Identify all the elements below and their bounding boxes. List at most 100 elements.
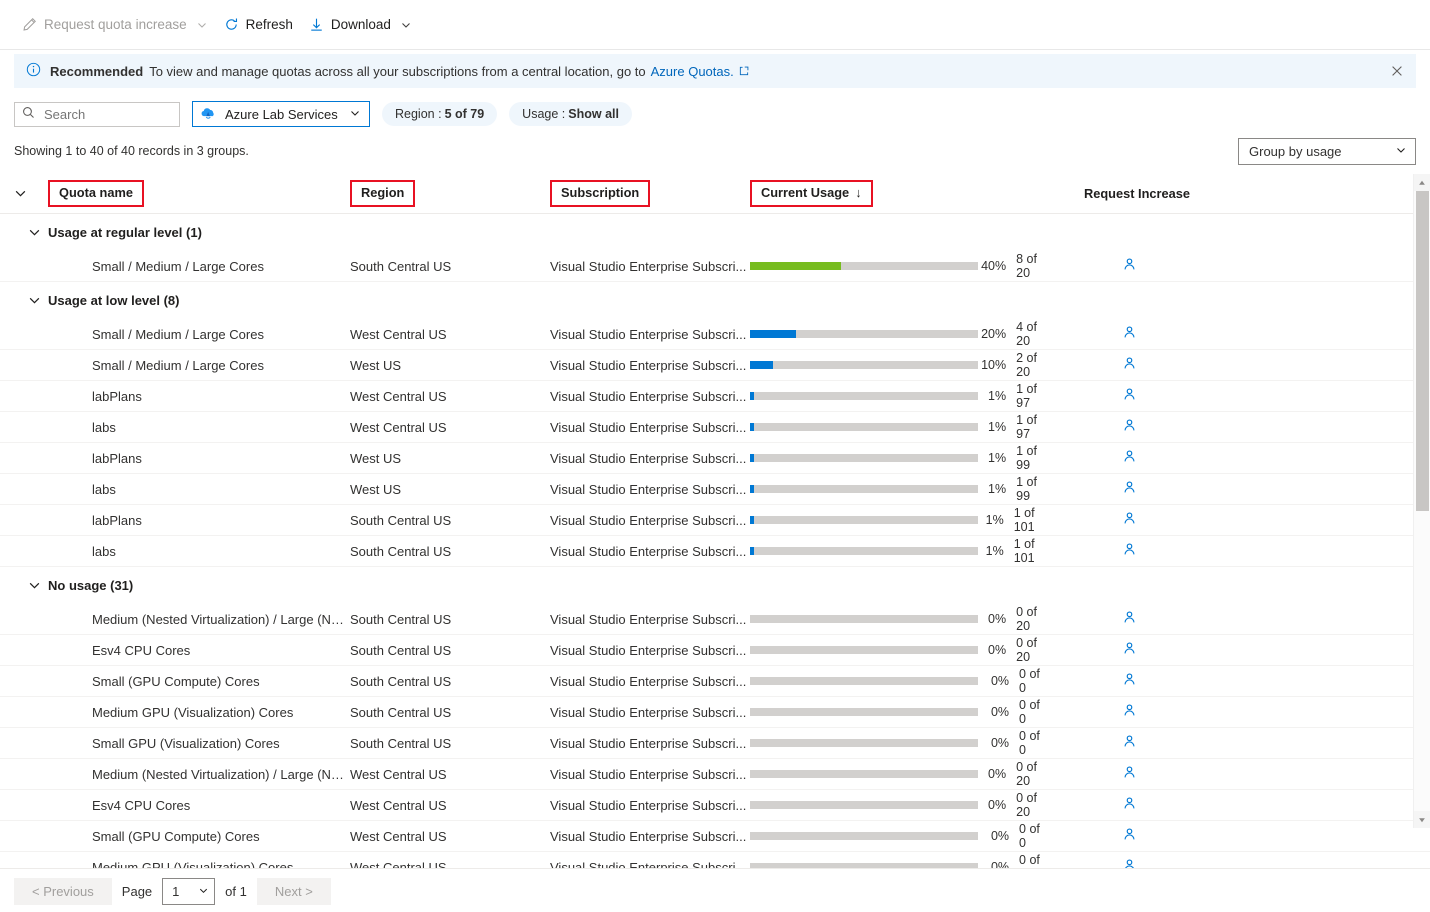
table-row[interactable]: labPlans South Central US Visual Studio En… <box>0 505 1430 536</box>
recommended-banner: Recommended To view and manage quotas ac… <box>14 54 1416 88</box>
cell-current-usage: 0% 0 of 20 <box>750 636 1046 664</box>
chevron-down-icon[interactable] <box>349 107 361 122</box>
group-collapse-toggle[interactable] <box>14 226 48 239</box>
azure-lab-services-cloud-icon <box>200 104 217 124</box>
request-increase-person-icon[interactable] <box>1084 388 1137 405</box>
table-scrollbar[interactable] <box>1413 174 1430 828</box>
table-group-header: Usage at low level (8) <box>0 282 1430 319</box>
quotas-table: Quota name Region Subscription Current U… <box>0 174 1430 868</box>
table-row[interactable]: Small / Medium / Large Cores West Central… <box>0 319 1430 350</box>
region-filter-prefix: Region : <box>395 107 442 121</box>
usage-filter-pill[interactable]: Usage : Show all <box>509 102 632 126</box>
table-group-label: No usage (31) <box>48 578 134 593</box>
request-increase-person-icon[interactable] <box>1084 543 1137 560</box>
chevron-down-icon[interactable] <box>400 19 412 31</box>
scroll-up-arrow[interactable] <box>1414 174 1430 191</box>
usage-percent-label: 0% <box>990 829 1010 843</box>
cell-request-increase <box>1046 827 1416 845</box>
cell-quota-name: Small / Medium / Large Cores <box>92 258 264 274</box>
azure-quotas-link[interactable]: Azure Quotas. <box>651 64 734 79</box>
table-row[interactable]: Small (GPU Compute) Cores West Central US… <box>0 821 1430 852</box>
table-group-label: Usage at regular level (1) <box>48 225 202 240</box>
table-row[interactable]: Small GPU (Visualization) Cores South Cen… <box>0 728 1430 759</box>
close-icon[interactable] <box>1382 56 1412 86</box>
search-input[interactable] <box>42 105 172 123</box>
request-increase-person-icon[interactable] <box>1084 673 1137 690</box>
cell-quota-name: Medium GPU (Visualization) Cores <box>92 704 294 720</box>
table-row[interactable]: labPlans West US Visual Studio Enterprise … <box>0 443 1430 474</box>
request-increase-person-icon[interactable] <box>1084 859 1137 868</box>
table-row[interactable]: Medium GPU (Visualization) Cores West Cen… <box>0 852 1430 868</box>
table-row[interactable]: Medium (Nested Virtualization) / Large (… <box>0 604 1430 635</box>
table-row[interactable]: labs West Central US Visual Studio Enterpr… <box>0 412 1430 443</box>
usage-percent-label: 0% <box>988 612 1007 626</box>
table-group-header: Usage at regular level (1) <box>0 214 1430 251</box>
column-header-region[interactable]: Region <box>350 180 550 207</box>
table-row[interactable]: Small (GPU Compute) Cores South Central U… <box>0 666 1430 697</box>
cell-subscription: Visual Studio Enterprise Subscri... <box>550 797 747 813</box>
request-increase-person-icon[interactable] <box>1084 766 1137 783</box>
request-increase-person-icon[interactable] <box>1084 450 1137 467</box>
scroll-down-arrow[interactable] <box>1414 811 1430 828</box>
pencil-icon <box>22 17 37 32</box>
table-row[interactable]: Esv4 CPU Cores South Central US Visual Stu… <box>0 635 1430 666</box>
cell-subscription: Visual Studio Enterprise Subscri... <box>550 512 747 528</box>
table-row[interactable]: Small / Medium / Large Cores South Centra… <box>0 251 1430 282</box>
usage-progress-bar <box>750 770 978 778</box>
page-number-select[interactable]: 1 <box>162 877 216 905</box>
download-button[interactable]: Download <box>301 9 420 41</box>
request-increase-person-icon[interactable] <box>1084 419 1137 436</box>
table-row[interactable]: labs West US Visual Studio Enterprise Subs… <box>0 474 1430 505</box>
column-header-region-label: Region <box>350 180 416 207</box>
request-increase-person-icon[interactable] <box>1084 828 1137 845</box>
column-header-quota-name[interactable]: Quota name <box>48 180 350 207</box>
chevron-down-icon[interactable] <box>1395 144 1407 159</box>
usage-ratio-label: 1 of 97 <box>1016 413 1037 441</box>
table-row[interactable]: labPlans West Central US Visual Studio Ent… <box>0 381 1430 412</box>
cell-region: West Central US <box>350 859 447 869</box>
chevron-down-icon[interactable] <box>198 884 209 899</box>
request-increase-person-icon[interactable] <box>1084 797 1137 814</box>
request-increase-person-icon[interactable] <box>1084 512 1137 529</box>
cell-quota-name: labPlans <box>92 512 142 528</box>
expand-all-toggle[interactable] <box>14 187 48 200</box>
cell-quota-name: Medium GPU (Visualization) Cores <box>92 859 294 869</box>
group-collapse-toggle[interactable] <box>14 579 48 592</box>
next-page-button[interactable]: Next > <box>256 877 331 905</box>
request-increase-person-icon[interactable] <box>1084 357 1137 374</box>
usage-percent-label: 40% <box>981 259 1007 273</box>
refresh-button[interactable]: Refresh <box>216 9 301 41</box>
external-link-icon[interactable] <box>739 64 749 79</box>
table-row[interactable]: labs South Central US Visual Studio Enterp… <box>0 536 1430 567</box>
cell-current-usage: 0% 0 of 0 <box>750 853 1046 868</box>
request-increase-person-icon[interactable] <box>1084 258 1137 275</box>
column-header-subscription[interactable]: Subscription <box>550 180 750 207</box>
usage-progress-bar <box>750 832 978 840</box>
column-header-current-usage[interactable]: Current Usage ↓ <box>750 180 1046 207</box>
cell-quota-name: Small GPU (Visualization) Cores <box>92 735 280 751</box>
table-row[interactable]: Medium (Nested Virtualization) / Large (… <box>0 759 1430 790</box>
region-filter-pill[interactable]: Region : 5 of 79 <box>382 102 498 126</box>
provider-dropdown[interactable]: Azure Lab Services <box>192 101 370 127</box>
group-by-dropdown[interactable]: Group by usage <box>1238 137 1416 165</box>
request-increase-person-icon[interactable] <box>1084 704 1137 721</box>
table-row[interactable]: Medium GPU (Visualization) Cores South Ce… <box>0 697 1430 728</box>
usage-percent-label: 0% <box>990 705 1010 719</box>
cell-current-usage: 0% 0 of 0 <box>750 698 1046 726</box>
cell-request-increase <box>1046 641 1416 659</box>
request-increase-person-icon[interactable] <box>1084 642 1137 659</box>
request-increase-person-icon[interactable] <box>1084 735 1137 752</box>
pagination-bar: < Previous Page 1 of 1 Next > <box>0 868 1430 912</box>
request-increase-person-icon[interactable] <box>1084 611 1137 628</box>
scrollbar-thumb[interactable] <box>1416 191 1429 511</box>
request-quota-increase-button[interactable]: Request quota increase <box>14 9 216 41</box>
previous-page-button[interactable]: < Previous <box>14 877 112 905</box>
group-collapse-toggle[interactable] <box>14 294 48 307</box>
request-increase-person-icon[interactable] <box>1084 326 1137 343</box>
table-row[interactable]: Small / Medium / Large Cores West US Visua… <box>0 350 1430 381</box>
search-box[interactable] <box>14 101 180 127</box>
cell-current-usage: 0% 0 of 20 <box>750 791 1046 819</box>
chevron-down-icon[interactable] <box>196 19 208 31</box>
request-increase-person-icon[interactable] <box>1084 481 1137 498</box>
table-row[interactable]: Esv4 CPU Cores West Central US Visual Stud… <box>0 790 1430 821</box>
